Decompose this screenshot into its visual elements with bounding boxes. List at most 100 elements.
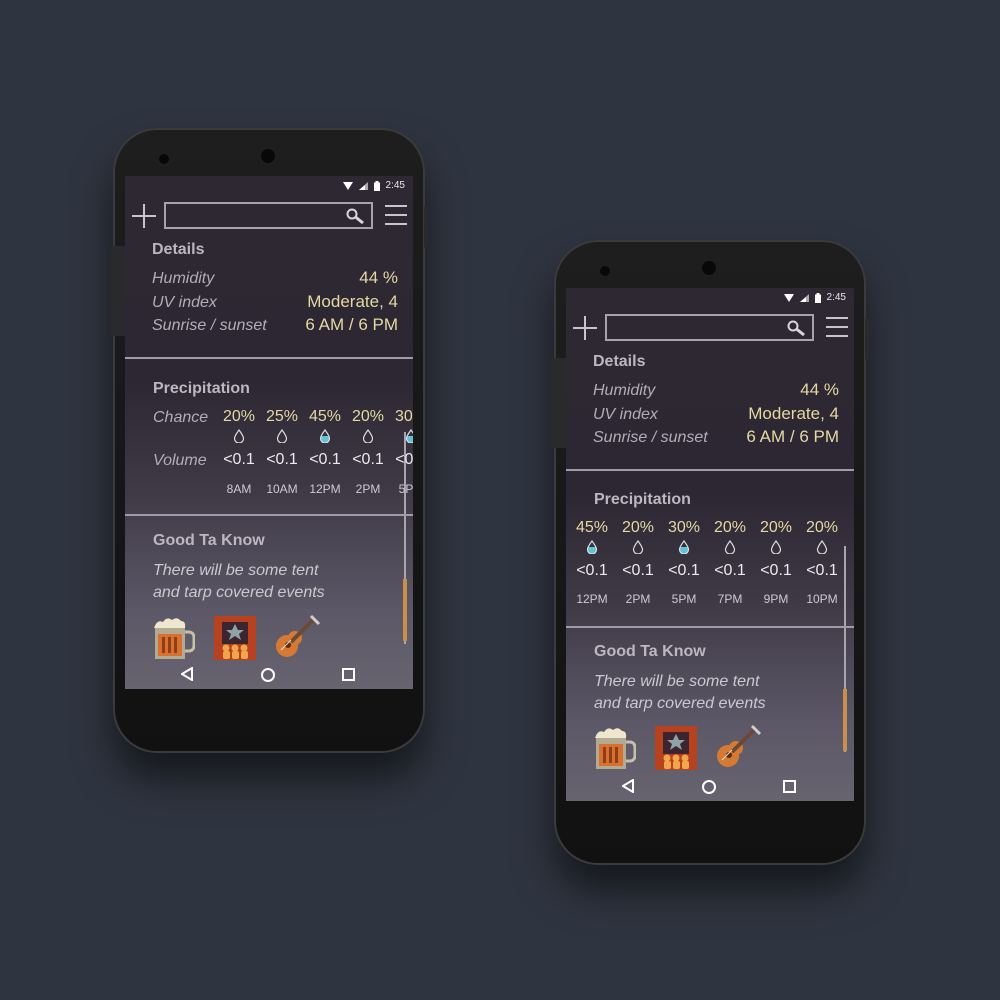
good-to-know-line2: and tarp covered events [594,695,766,712]
time-label: 7PM [717,592,743,606]
uv-value: Moderate, 4 [307,292,398,311]
back-icon[interactable] [622,779,634,793]
search-input[interactable] [607,316,789,338]
time-label: 2PM [355,482,381,496]
raindrop-icon [362,429,374,443]
raindrop-icon [678,540,690,554]
screen: 2:45 Details Humidity 44 % UV index Mode… [566,288,854,801]
stage-icon [655,726,697,770]
time-label: 12PM [309,482,341,496]
sun-label: Sunrise / sunset [593,429,708,446]
battery-icon [373,180,380,191]
chance-value: 20% [222,408,256,425]
search-icon[interactable] [346,208,364,224]
time-label: 8AM [226,482,252,496]
volume-value: <0.1 [806,562,838,579]
humidity-label: Humidity [152,270,215,287]
guitar-icon [276,614,321,657]
volume-value: <0.1 [622,562,654,579]
divider [125,357,413,359]
recent-apps-icon[interactable] [342,668,355,681]
precipitation-title: Precipitation [594,491,691,508]
uv-label: UV index [593,406,658,423]
humidity-value: 44 % [800,380,839,399]
wifi-icon [783,293,794,302]
status-bar: 2:45 [125,176,413,196]
details-title: Details [593,353,646,370]
raindrop-icon [276,429,288,443]
good-to-know-line1: There will be some tent [594,673,760,690]
chance-value: 45% [575,519,609,536]
volume-value: <0.1 [395,451,413,468]
raindrop-icon [405,429,413,443]
precipitation-title: Precipitation [153,380,250,397]
raindrop-icon [632,540,644,554]
good-to-know-title: Good Ta Know [153,532,265,549]
volume-value: <0.1 [668,562,700,579]
home-icon[interactable] [261,668,275,682]
raindrop-icon [770,540,782,554]
search-input[interactable] [166,204,348,226]
good-to-know-line1: There will be some tent [153,562,319,579]
volume-value: <0.1 [576,562,608,579]
phone-right: 2:45 Details Humidity 44 % UV index Mode… [551,240,869,865]
beer-icon [595,728,636,769]
time-label: 5PM [671,592,697,606]
battery-icon [814,292,821,303]
humidity-label: Humidity [593,382,656,399]
chance-value: 20% [351,408,385,425]
back-icon[interactable] [181,667,193,681]
chance-label: Chance [153,409,209,426]
time-label: 10PM [806,592,838,606]
nav-bar [125,659,413,689]
chance-value: 20% [759,519,793,536]
divider [566,469,854,471]
search-box[interactable] [605,314,814,341]
divider [125,514,413,516]
volume-value: <0.1 [223,451,255,468]
good-to-know-title: Good Ta Know [594,643,706,660]
time-label: 5PM [398,482,413,496]
raindrop-icon [319,429,331,443]
add-icon[interactable] [572,315,598,341]
details-title: Details [152,241,205,258]
front-camera [159,154,169,164]
scroll-thumb[interactable] [843,689,847,751]
nav-bar [566,771,854,801]
divider [566,626,854,628]
wifi-icon [342,181,353,190]
home-icon[interactable] [702,780,716,794]
uv-label: UV index [152,294,217,311]
add-icon[interactable] [131,203,157,229]
time-label: 12PM [576,592,608,606]
raindrop-icon [233,429,245,443]
good-to-know-line2: and tarp covered events [153,584,325,601]
recent-apps-icon[interactable] [783,780,796,793]
power-button [424,206,428,248]
volume-label: Volume [153,452,207,469]
raindrop-icon [816,540,828,554]
stage-icon [214,616,256,660]
search-box[interactable] [164,202,373,229]
top-bar [125,202,413,234]
chance-value: 20% [621,519,655,536]
raindrop-icon [586,540,598,554]
scroll-thumb[interactable] [403,579,407,641]
menu-icon[interactable] [826,316,848,338]
power-button [865,318,869,360]
status-bar: 2:45 [566,288,854,308]
search-icon[interactable] [787,320,805,336]
time-label: 9PM [763,592,789,606]
earpiece [702,261,716,275]
menu-icon[interactable] [385,204,407,226]
signal-icon [799,293,809,302]
chance-value: 20% [805,519,839,536]
volume-value: <0.1 [760,562,792,579]
beer-icon [154,618,195,659]
sun-value: 6 AM / 6 PM [305,315,398,334]
status-time: 2:45 [826,292,846,303]
chance-value: 20% [713,519,747,536]
volume-value: <0.1 [352,451,384,468]
phone-left: 2:45 Details Humidity 44 % UV index Mode… [110,128,428,753]
sun-value: 6 AM / 6 PM [746,427,839,446]
